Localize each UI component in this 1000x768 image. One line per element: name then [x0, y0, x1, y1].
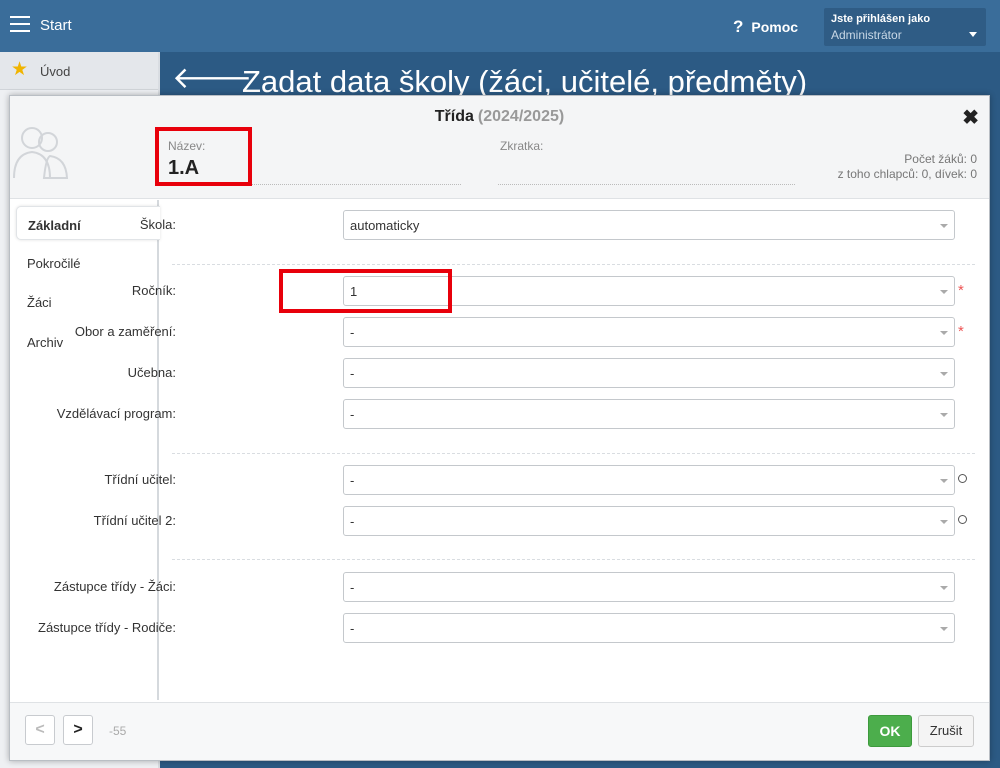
row-program: Vzdělávací program: -	[10, 399, 955, 429]
row-zastupce-zaci: Zástupce třídy - Žáci: -	[10, 572, 955, 602]
chevron-down-icon	[940, 586, 948, 590]
divider	[172, 453, 975, 454]
dialog-header: Třída (2024/2025) ✖ Název: 1.A Zkratka: P…	[10, 96, 989, 199]
star-icon: ★	[11, 59, 29, 80]
field-label: Zástupce třídy - Žáci:	[53, 579, 176, 594]
row-zastupce-rodice: Zástupce třídy - Rodiče: -	[10, 613, 955, 643]
prev-button[interactable]: <	[25, 715, 55, 745]
chevron-down-icon	[969, 32, 977, 37]
dialog-footer: < > -55 OK Zrušit	[10, 702, 989, 760]
select-value: -	[350, 366, 355, 381]
required-mark: *	[958, 282, 964, 299]
field-label: Zástupce třídy - Rodiče:	[38, 620, 176, 635]
field-label: Ročník:	[131, 283, 176, 298]
gender-count: z toho chlapců: 0, dívek: 0	[837, 167, 977, 181]
select-value: 1	[350, 284, 358, 299]
select-value: -	[350, 580, 355, 595]
field-label: Škola:	[139, 217, 176, 232]
select-value: -	[350, 473, 355, 488]
ucitel2-select[interactable]: -	[343, 506, 955, 536]
record-id: -55	[109, 724, 127, 738]
field-label: Třídní učitel 2:	[93, 513, 176, 528]
row-skola: Škola: automaticky	[10, 210, 955, 240]
close-icon[interactable]: ✖	[962, 105, 979, 130]
help-label: Pomoc	[751, 19, 799, 35]
zastupce-rodice-select[interactable]: -	[343, 613, 955, 643]
ucitel-select[interactable]: -	[343, 465, 955, 495]
rocnik-select[interactable]: 1	[343, 276, 955, 306]
refresh-icon[interactable]	[958, 474, 967, 483]
chevron-down-icon	[940, 290, 948, 294]
field-label: Třídní učitel:	[104, 472, 176, 487]
row-rocnik: Ročník: 1 *	[10, 276, 964, 306]
name-field[interactable]: 1.A	[168, 157, 199, 180]
chevron-down-icon	[940, 372, 948, 376]
select-value: -	[350, 621, 355, 636]
chevron-down-icon	[940, 479, 948, 483]
field-label: Vzdělávací program:	[56, 406, 176, 421]
abbr-label: Zkratka:	[500, 139, 544, 153]
sidebar-item-uvod[interactable]: ★ Úvod	[0, 52, 158, 90]
dialog-title: Třída (2024/2025)	[10, 108, 989, 126]
row-ucitel2: Třídní učitel 2: -	[10, 506, 967, 536]
chevron-down-icon	[940, 224, 948, 228]
next-button[interactable]: >	[63, 715, 93, 745]
row-ucebna: Učebna: -	[10, 358, 955, 388]
back-arrow-icon[interactable]: 🡐	[172, 64, 252, 94]
program-select[interactable]: -	[343, 399, 955, 429]
skola-select[interactable]: automaticky	[343, 210, 955, 240]
required-mark: *	[958, 323, 964, 340]
name-label: Název:	[168, 139, 206, 153]
school-year: (2024/2025)	[477, 108, 565, 125]
user-role: Administrátor	[831, 28, 902, 42]
chevron-down-icon	[940, 520, 948, 524]
sidebar-item-label: Úvod	[40, 64, 71, 79]
user-logged-label: Jste přihlášen jako	[831, 13, 931, 25]
row-obor: Obor a zaměření: - *	[10, 317, 964, 347]
chevron-down-icon	[940, 627, 948, 631]
divider	[172, 264, 975, 265]
select-value: -	[350, 407, 355, 422]
user-menu[interactable]: Jste přihlášen jako Administrátor	[824, 8, 986, 46]
dialog-title-text: Třída	[434, 108, 474, 125]
field-label: Obor a zaměření:	[74, 324, 176, 339]
cancel-button[interactable]: Zrušit	[918, 715, 974, 747]
top-bar: Start ? Pomoc Jste přihlášen jako Adminis…	[0, 0, 1000, 52]
help-icon: ?	[733, 17, 744, 36]
help-link[interactable]: ? Pomoc	[733, 17, 798, 37]
zastupce-zaci-select[interactable]: -	[343, 572, 955, 602]
ok-button[interactable]: OK	[868, 715, 912, 747]
ucebna-select[interactable]: -	[343, 358, 955, 388]
field-label: Učebna:	[127, 365, 176, 380]
select-value: automaticky	[350, 218, 420, 233]
hamburger-icon[interactable]	[10, 16, 30, 32]
abbr-field[interactable]	[498, 184, 795, 185]
class-dialog: Třída (2024/2025) ✖ Název: 1.A Zkratka: P…	[9, 95, 990, 761]
name-underline	[168, 184, 461, 185]
chevron-down-icon	[940, 331, 948, 335]
tab-pokrocile[interactable]: Pokročilé	[16, 245, 160, 279]
chevron-down-icon	[940, 413, 948, 417]
divider	[172, 559, 975, 560]
row-ucitel: Třídní učitel: -	[10, 465, 967, 495]
student-count: Počet žáků: 0	[904, 152, 977, 166]
users-icon	[13, 127, 69, 179]
select-value: -	[350, 514, 355, 529]
refresh-icon[interactable]	[958, 515, 967, 524]
start-link[interactable]: Start	[40, 17, 72, 34]
obor-select[interactable]: -	[343, 317, 955, 347]
select-value: -	[350, 325, 355, 340]
